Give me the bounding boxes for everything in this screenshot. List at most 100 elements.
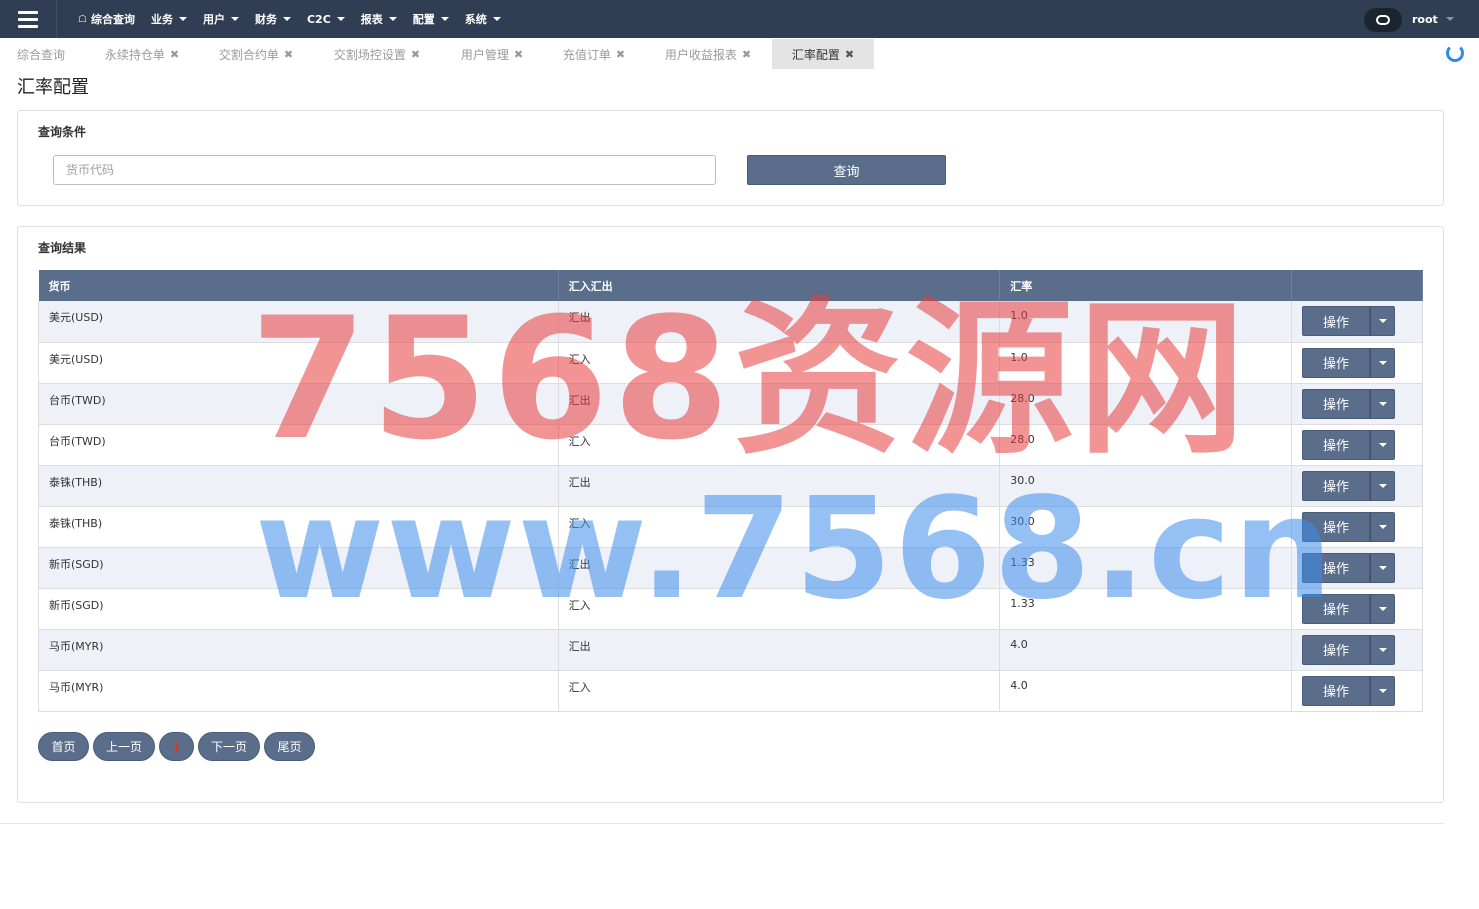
cell-direction: 汇入 bbox=[558, 424, 1001, 466]
chat-icon bbox=[1376, 15, 1390, 25]
cell-rate: 30.0 bbox=[999, 465, 1292, 507]
column-header-rate[interactable]: 汇率 bbox=[999, 270, 1292, 301]
action-button[interactable]: 操作 bbox=[1301, 470, 1370, 501]
chevron-down-icon bbox=[388, 17, 397, 21]
table-row: 美元(USD) 汇入 1.0 操作 bbox=[38, 342, 1424, 384]
action-dropdown-toggle[interactable] bbox=[1369, 593, 1395, 624]
query-panel-title: 查询条件 bbox=[38, 125, 87, 139]
action-button[interactable]: 操作 bbox=[1301, 675, 1370, 706]
nav-item-config[interactable]: 配置 bbox=[405, 0, 457, 38]
first-page-button[interactable]: 首页 bbox=[38, 732, 89, 761]
close-icon[interactable]: ✖ bbox=[514, 48, 523, 61]
action-button[interactable]: 操作 bbox=[1301, 388, 1370, 419]
tab-label: 永续持仓单 bbox=[104, 47, 165, 62]
action-button-group: 操作 bbox=[1301, 593, 1395, 624]
tab-delivery-contracts[interactable]: 交割合约单 ✖ bbox=[206, 39, 306, 69]
last-page-button[interactable]: 尾页 bbox=[264, 732, 315, 761]
action-button-group: 操作 bbox=[1301, 347, 1395, 378]
nav-item-business[interactable]: 业务 bbox=[143, 0, 195, 38]
cell-rate: 1.0 bbox=[999, 301, 1292, 343]
tab-delivery-control[interactable]: 交割场控设置 ✖ bbox=[320, 39, 434, 69]
tab-overview[interactable]: 综合查询 bbox=[0, 39, 82, 69]
tab-recharge-orders[interactable]: 充值订单 ✖ bbox=[550, 39, 638, 69]
tab-exchange-rate[interactable]: 汇率配置 ✖ bbox=[772, 39, 874, 69]
close-icon[interactable]: ✖ bbox=[616, 48, 625, 61]
close-icon[interactable]: ✖ bbox=[284, 48, 293, 61]
action-dropdown-toggle[interactable] bbox=[1369, 388, 1395, 419]
cell-currency: 美元(USD) bbox=[38, 301, 559, 343]
pagination: 首页 上一页 1 下一页 尾页 bbox=[38, 732, 315, 761]
cell-currency: 泰铢(THB) bbox=[38, 465, 559, 507]
action-button[interactable]: 操作 bbox=[1301, 552, 1370, 583]
action-button[interactable]: 操作 bbox=[1301, 347, 1370, 378]
refresh-icon[interactable] bbox=[1446, 44, 1464, 62]
cell-direction: 汇出 bbox=[558, 383, 1001, 425]
page-title: 汇率配置 bbox=[17, 77, 89, 98]
chevron-down-icon bbox=[1379, 606, 1388, 611]
cell-currency: 新币(SGD) bbox=[38, 547, 559, 589]
cell-actions: 操作 bbox=[1291, 301, 1424, 343]
chat-button[interactable] bbox=[1364, 8, 1402, 32]
action-button-group: 操作 bbox=[1301, 470, 1395, 501]
results-panel: 查询结果 货币 汇入汇出 汇率 美元(USD) 汇出 1.0 操作 美元(USD) 汇入 1… bbox=[17, 226, 1444, 803]
cell-actions: 操作 bbox=[1291, 342, 1424, 384]
table-row: 新币(SGD) 汇入 1.33 操作 bbox=[38, 588, 1424, 630]
user-menu[interactable]: root bbox=[1412, 0, 1454, 38]
column-header-currency[interactable]: 货币 bbox=[38, 270, 559, 301]
cell-rate: 1.0 bbox=[999, 342, 1292, 384]
cell-actions: 操作 bbox=[1291, 547, 1424, 589]
tab-label: 充值订单 bbox=[562, 47, 611, 62]
close-icon[interactable]: ✖ bbox=[411, 48, 420, 61]
close-icon[interactable]: ✖ bbox=[845, 48, 854, 61]
tab-user-earnings-report[interactable]: 用户收益报表 ✖ bbox=[652, 39, 764, 69]
action-dropdown-toggle[interactable] bbox=[1369, 675, 1395, 706]
nav-item-reports[interactable]: 报表 bbox=[353, 0, 405, 38]
chevron-down-icon bbox=[1379, 319, 1388, 323]
action-button-group: 操作 bbox=[1301, 429, 1395, 460]
cell-currency: 台币(TWD) bbox=[38, 383, 559, 425]
nav-item-finance[interactable]: 财务 bbox=[247, 0, 299, 38]
next-page-button[interactable]: 下一页 bbox=[198, 732, 260, 761]
action-button[interactable]: 操作 bbox=[1301, 429, 1370, 460]
username: root bbox=[1412, 12, 1438, 26]
cell-actions: 操作 bbox=[1291, 383, 1424, 425]
action-button[interactable]: 操作 bbox=[1301, 593, 1370, 624]
query-button[interactable]: 查询 bbox=[747, 155, 946, 185]
close-icon[interactable]: ✖ bbox=[742, 48, 751, 61]
action-dropdown-toggle[interactable] bbox=[1369, 429, 1395, 460]
results-panel-title: 查询结果 bbox=[38, 241, 87, 255]
tab-perpetual-positions[interactable]: 永续持仓单 ✖ bbox=[92, 39, 192, 69]
nav-item-overview[interactable]: ☖ 综合查询 bbox=[70, 0, 143, 38]
action-dropdown-toggle[interactable] bbox=[1369, 634, 1395, 665]
cell-direction: 汇出 bbox=[558, 301, 1001, 343]
column-header-actions bbox=[1291, 270, 1424, 301]
hamburger-icon[interactable] bbox=[10, 6, 46, 32]
cell-rate: 30.0 bbox=[999, 506, 1292, 548]
nav-item-users[interactable]: 用户 bbox=[195, 0, 247, 38]
query-panel: 查询条件 查询 bbox=[17, 110, 1444, 206]
nav-item-c2c[interactable]: C2C bbox=[299, 0, 353, 38]
action-dropdown-toggle[interactable] bbox=[1369, 511, 1395, 542]
action-dropdown-toggle[interactable] bbox=[1369, 552, 1395, 583]
nav-item-label: 综合查询 bbox=[90, 13, 135, 26]
nav-item-system[interactable]: 系统 bbox=[457, 0, 509, 38]
table-row: 泰铢(THB) 汇入 30.0 操作 bbox=[38, 506, 1424, 548]
close-icon[interactable]: ✖ bbox=[170, 48, 179, 61]
nav-item-label: 报表 bbox=[360, 13, 383, 26]
action-dropdown-toggle[interactable] bbox=[1369, 306, 1395, 336]
action-dropdown-toggle[interactable] bbox=[1369, 347, 1395, 378]
prev-page-button[interactable]: 上一页 bbox=[93, 732, 155, 761]
nav-item-label: 用户 bbox=[202, 13, 225, 26]
footer-divider bbox=[0, 823, 1444, 824]
currency-code-input[interactable] bbox=[53, 155, 716, 185]
action-button[interactable]: 操作 bbox=[1301, 306, 1370, 336]
current-page-button[interactable]: 1 bbox=[159, 732, 194, 761]
tab-user-management[interactable]: 用户管理 ✖ bbox=[448, 39, 536, 69]
home-icon: ☖ bbox=[78, 13, 87, 25]
action-button[interactable]: 操作 bbox=[1301, 511, 1370, 542]
cell-actions: 操作 bbox=[1291, 629, 1424, 671]
chevron-down-icon bbox=[1445, 17, 1454, 21]
column-header-direction[interactable]: 汇入汇出 bbox=[558, 270, 1001, 301]
action-dropdown-toggle[interactable] bbox=[1369, 470, 1395, 501]
action-button[interactable]: 操作 bbox=[1301, 634, 1370, 665]
